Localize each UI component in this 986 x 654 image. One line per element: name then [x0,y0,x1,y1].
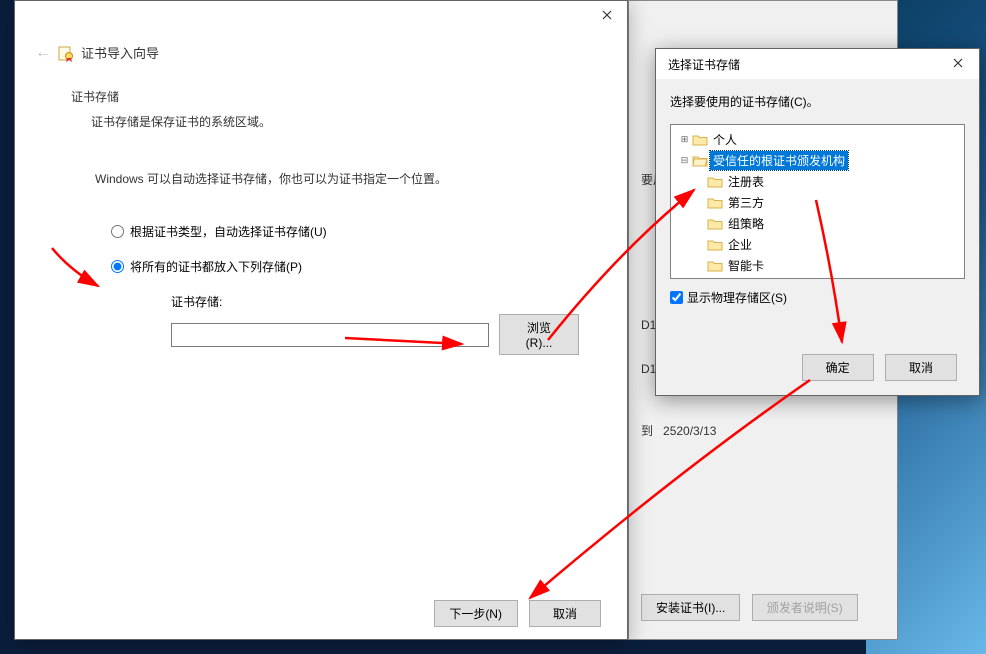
tree-item-enterprise[interactable]: 企业 [673,234,962,255]
tree-item-registry[interactable]: 注册表 [673,171,962,192]
section-description: 证书存储是保存证书的系统区域。 [91,113,587,130]
tree-item-personal[interactable]: ⊞ 个人 [673,129,962,150]
close-icon [953,58,963,68]
radio-all-label: 将所有的证书都放入下列存储(P) [130,258,302,275]
section-heading: 证书存储 [71,88,587,105]
collapse-icon[interactable]: ⊟ [679,155,690,166]
store-input[interactable] [171,323,489,347]
dialog-close-button[interactable] [945,53,971,75]
radio-auto-label: 根据证书类型，自动选择证书存储(U) [130,223,327,240]
back-arrow-icon: ← [35,44,51,62]
folder-icon [692,133,708,147]
show-physical-label: 显示物理存储区(S) [687,289,787,306]
radio-auto-input[interactable] [111,225,124,238]
store-label: 证书存储: [171,293,587,310]
info-text: Windows 可以自动选择证书存储，你也可以为证书指定一个位置。 [95,170,587,187]
close-icon [602,10,612,20]
cancel-button[interactable]: 取消 [529,600,601,627]
valid-to-label: 到 [641,424,653,438]
radio-all-input[interactable] [111,260,124,273]
radio-auto-select[interactable]: 根据证书类型，自动选择证书存储(U) [111,223,587,240]
dialog-cancel-button[interactable]: 取消 [885,354,957,381]
folder-icon [707,217,723,231]
tree-label: 第三方 [725,193,767,212]
select-cert-store-dialog: 选择证书存储 选择要使用的证书存储(C)。 ⊞ 个人 ⊟ 受信任的根证书颁发机构… [655,48,980,396]
tree-item-trusted-root[interactable]: ⊟ 受信任的根证书颁发机构 [673,150,962,171]
tree-label: 注册表 [725,172,767,191]
expand-icon[interactable]: ⊞ [679,134,690,145]
tree-label-selected: 受信任的根证书颁发机构 [710,151,848,170]
show-physical-checkbox[interactable] [670,291,683,304]
close-button[interactable] [587,1,627,29]
tree-label: 组策略 [725,214,767,233]
wizard-title: 证书导入向导 [81,43,159,62]
next-button[interactable]: 下一步(N) [434,600,518,627]
certificate-icon [57,44,75,62]
radio-place-all[interactable]: 将所有的证书都放入下列存储(P) [111,258,587,275]
dialog-title: 选择证书存储 [668,56,740,73]
tree-label: 个人 [710,130,740,149]
show-physical-checkbox-row[interactable]: 显示物理存储区(S) [670,289,965,306]
tree-item-smartcard[interactable]: 智能卡 [673,255,962,276]
cert-import-wizard-window: ← 证书导入向导 证书存储 证书存储是保存证书的系统区域。 Windows 可以… [14,0,628,640]
folder-icon [707,175,723,189]
install-cert-button[interactable]: 安装证书(I)... [641,594,740,621]
folder-open-icon [692,154,708,168]
tree-item-grouppolicy[interactable]: 组策略 [673,213,962,234]
tree-label: 企业 [725,235,755,254]
cert-store-tree[interactable]: ⊞ 个人 ⊟ 受信任的根证书颁发机构 注册表 第三方 组策略 [670,124,965,279]
valid-to-value: 2520/3/13 [663,424,716,438]
ok-button[interactable]: 确定 [802,354,874,381]
tree-item-thirdparty[interactable]: 第三方 [673,192,962,213]
issuer-details-button: 颁发者说明(S) [752,594,858,621]
folder-icon [707,196,723,210]
browse-button[interactable]: 浏览(R)... [499,314,579,355]
folder-icon [707,238,723,252]
folder-icon [707,259,723,273]
tree-label: 智能卡 [725,256,767,275]
dialog-instruction: 选择要使用的证书存储(C)。 [670,93,965,110]
